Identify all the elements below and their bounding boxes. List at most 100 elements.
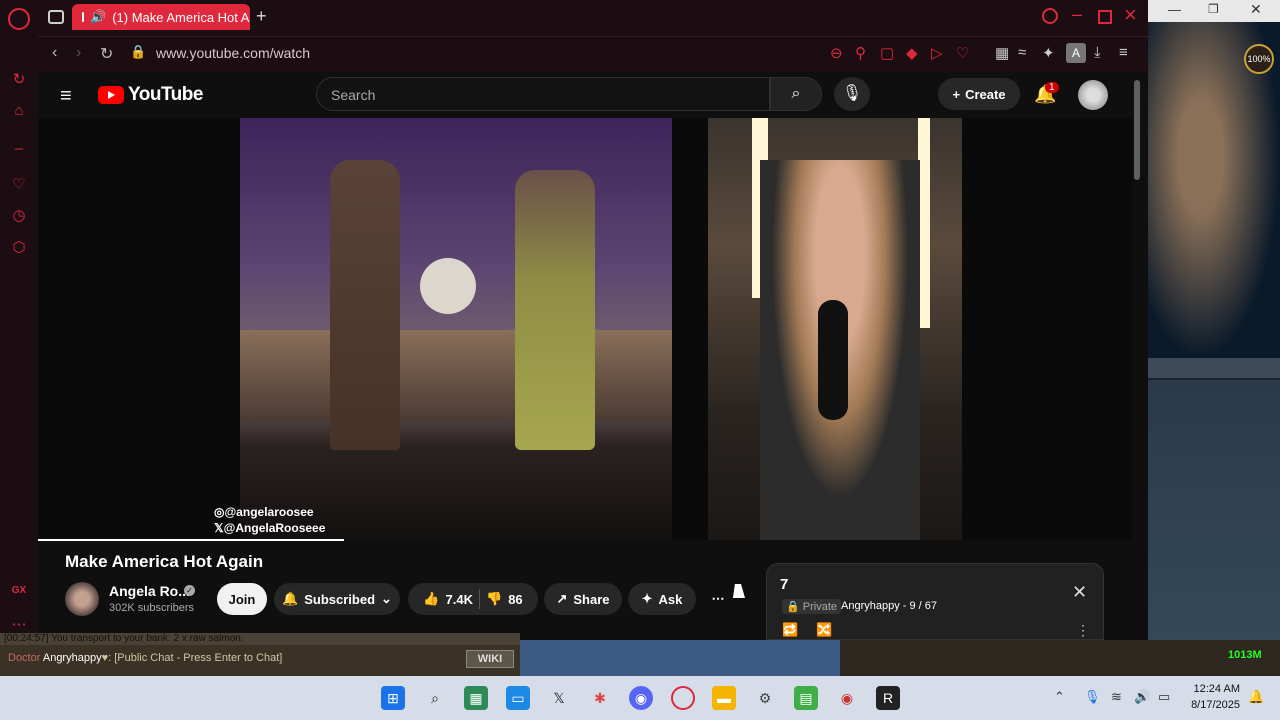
battery-icon[interactable]: ▭: [1158, 689, 1170, 705]
channel-name[interactable]: Angela Ro...: [109, 583, 190, 599]
favorite-icon[interactable]: ♡: [956, 44, 969, 62]
dislike-icon[interactable]: 👎: [486, 591, 502, 607]
tab-title: (1) Make America Hot Again: [112, 9, 250, 25]
performer-right: [515, 170, 595, 450]
audio-extension-icon[interactable]: ≈: [1018, 44, 1026, 61]
voice-search-button[interactable]: 🎙: [834, 77, 870, 111]
speaker-icon[interactable]: 🔊: [90, 9, 106, 25]
back-icon[interactable]: ‹: [52, 44, 57, 62]
subscribed-button[interactable]: 🔔 Subscribed ⌄: [274, 583, 400, 615]
youtube-logo[interactable]: YouTube: [98, 84, 203, 106]
new-tab-button[interactable]: +: [256, 6, 267, 27]
volume-icon[interactable]: 🔊: [1134, 689, 1150, 705]
extension-counter-icon[interactable]: ▦: [995, 44, 1009, 62]
hamburger-menu-icon[interactable]: ≡: [60, 85, 72, 108]
page-scrollbar[interactable]: [1134, 80, 1140, 180]
runelite-icon[interactable]: R: [876, 686, 900, 710]
search-tabs-icon[interactable]: [1042, 8, 1058, 24]
reload-icon[interactable]: ↻: [100, 44, 113, 64]
loop-icon[interactable]: 🔁: [782, 622, 798, 638]
tab-manager-icon[interactable]: [48, 10, 64, 24]
share-button[interactable]: ↗ Share: [544, 583, 622, 615]
create-label: Create: [965, 86, 1006, 102]
game-minimize-button[interactable]: —: [1168, 2, 1181, 17]
like-icon[interactable]: 👍: [423, 591, 439, 607]
playlist-more-icon[interactable]: ⋮: [1076, 622, 1090, 639]
brave-icon[interactable]: ✱: [588, 686, 612, 710]
easy-setup-icon[interactable]: ≡: [1119, 44, 1128, 61]
wiki-button[interactable]: WIKI: [466, 650, 514, 668]
channel-avatar[interactable]: [65, 582, 99, 616]
performer-left: [330, 160, 400, 450]
social-handles: ◎@angelaroosee 𝕏@AngelaRooseee: [214, 504, 325, 536]
game-client-icon[interactable]: ◉: [835, 686, 859, 710]
notification-bell-icon[interactable]: 🔔: [1248, 689, 1264, 705]
forward-icon[interactable]: ›: [76, 44, 81, 62]
pin-icon[interactable]: ⚲: [855, 44, 866, 62]
game-inventory[interactable]: [1148, 378, 1280, 640]
stage-floor: [240, 330, 672, 420]
create-button[interactable]: + Create: [938, 78, 1020, 110]
join-button[interactable]: Join: [217, 583, 267, 615]
search-input[interactable]: Search: [316, 77, 770, 111]
pocket-icon[interactable]: ◆: [906, 44, 918, 62]
opera-gx-icon[interactable]: [671, 686, 695, 710]
subscriber-count: 302K subscribers: [109, 602, 194, 614]
ask-button[interactable]: ✦ Ask: [628, 583, 696, 615]
calculator-icon[interactable]: ▦: [464, 686, 488, 710]
history-icon[interactable]: ◷: [10, 206, 28, 224]
search-button[interactable]: ⌕: [770, 77, 822, 111]
more-actions-button[interactable]: ⋯: [702, 583, 734, 615]
zoom-out-icon[interactable]: ⊖: [830, 44, 843, 62]
profile-button[interactable]: A: [1066, 43, 1086, 63]
like-dislike-group[interactable]: 👍 7.4K 👎 86: [408, 583, 538, 615]
tray-mic-icon[interactable]: 🎙: [1084, 689, 1101, 705]
minimize-button[interactable]: –: [1072, 4, 1082, 25]
close-window-button[interactable]: ×: [1124, 2, 1137, 28]
wifi-icon[interactable]: ≋: [1111, 689, 1122, 705]
puzzle-icon[interactable]: ✦: [1042, 44, 1055, 62]
clock-time[interactable]: 12:24 AM: [1190, 683, 1240, 695]
gx-corner-icon[interactable]: ⌂: [10, 102, 28, 120]
search-icon[interactable]: ⌕: [423, 686, 447, 710]
playlist-owner[interactable]: Angryhappy - 9 / 67: [841, 600, 937, 612]
share-icon: ↗: [556, 591, 568, 606]
game-viewport-strip: [520, 640, 840, 676]
lock-icon[interactable]: 🔒: [130, 44, 146, 60]
tray-chevron-icon[interactable]: ⌃: [1054, 689, 1065, 705]
search-icon: ⌕: [791, 85, 801, 102]
chat-input-line[interactable]: Doctor Angryhappy♥: [Public Chat - Press…: [8, 652, 282, 664]
video-progress-bar[interactable]: [38, 539, 344, 541]
shuffle-icon[interactable]: 🔀: [816, 622, 832, 638]
microphone-icon: 🎙: [841, 85, 863, 102]
zoom-orb[interactable]: 100%: [1244, 44, 1274, 74]
snapshot-icon[interactable]: ▢: [880, 44, 894, 62]
sidebar-divider: –: [14, 140, 24, 157]
start-icon[interactable]: ⊞: [381, 686, 405, 710]
money-readout: 1013M: [1228, 649, 1262, 661]
photos-icon[interactable]: ▭: [506, 686, 530, 710]
settings-icon[interactable]: ⚙: [753, 686, 777, 710]
youtube-logo-text: YouTube: [128, 84, 203, 105]
extensions-icon[interactable]: ⬡: [10, 238, 28, 256]
gx-control-icon[interactable]: ↻: [10, 70, 28, 88]
game-close-button[interactable]: ✕: [1250, 1, 1262, 18]
play-icon[interactable]: ▷: [931, 44, 943, 62]
opera-gx-logo-icon[interactable]: [8, 8, 30, 30]
x-app-icon[interactable]: 𝕏: [547, 686, 571, 710]
notepad-icon[interactable]: ▤: [794, 686, 818, 710]
like-count: 7.4K: [445, 591, 473, 607]
clock-date[interactable]: 8/17/2025: [1184, 699, 1240, 711]
tab-active[interactable]: 🔊 (1) Make America Hot Again: [72, 4, 250, 30]
discord-icon[interactable]: ◉: [629, 686, 653, 710]
account-avatar[interactable]: [1078, 80, 1108, 110]
close-playlist-icon[interactable]: ✕: [1072, 582, 1087, 603]
url-text[interactable]: www.youtube.com/watch: [156, 45, 310, 61]
download-icon[interactable]: ⤓: [1094, 44, 1101, 61]
heart-icon[interactable]: ♡: [10, 175, 28, 193]
maximize-button[interactable]: [1098, 10, 1112, 24]
more-icon[interactable]: ⋯: [10, 615, 28, 633]
chat-username: Angryhappy: [42, 652, 102, 664]
game-restore-button[interactable]: ❐: [1208, 2, 1219, 16]
file-explorer-icon[interactable]: ▬: [712, 686, 736, 710]
